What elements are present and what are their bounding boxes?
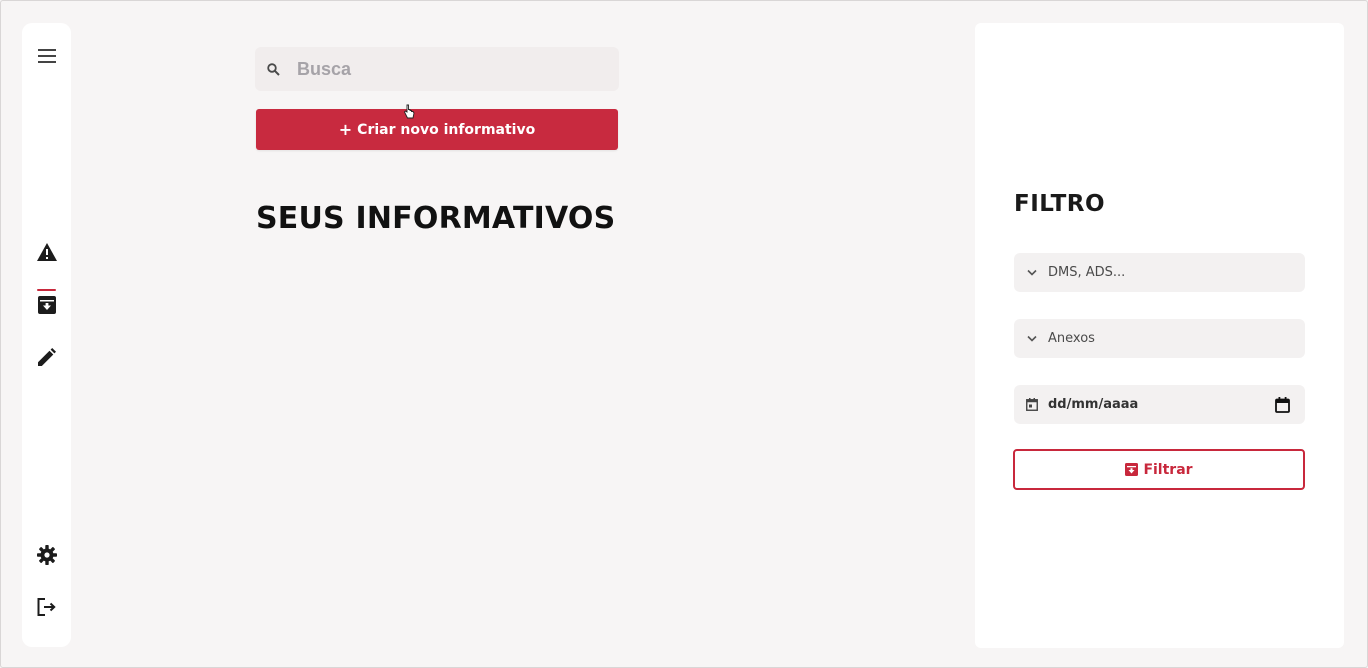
filter-button[interactable]: Filtrar <box>1013 449 1305 490</box>
logout-icon <box>37 598 57 616</box>
pencil-icon <box>37 348 56 366</box>
menu-icon <box>37 49 56 63</box>
gear-icon <box>36 545 57 565</box>
calendar-small-icon <box>1024 397 1040 413</box>
search-input[interactable] <box>295 57 599 81</box>
category-select[interactable]: DMS, ADS... <box>1014 253 1305 292</box>
plus-icon: + <box>338 120 353 139</box>
sidebar-item-edit[interactable] <box>22 341 71 373</box>
date-input-placeholder: dd/mm/aaaa <box>1048 397 1139 412</box>
search-bar[interactable] <box>255 47 619 91</box>
chevron-down-icon <box>1024 331 1040 347</box>
sidebar-item-warnings[interactable] <box>22 236 71 268</box>
app-frame: + Criar novo informativo SEUS INFORMATIV… <box>0 0 1368 668</box>
warning-icon <box>36 243 57 261</box>
calendar-icon[interactable] <box>1273 396 1291 414</box>
filter-panel: FILTRO DMS, ADS... Anexos dd/mm/aaaa Fil… <box>975 23 1344 648</box>
search-icon <box>265 61 281 77</box>
filter-button-label: Filtrar <box>1143 461 1193 478</box>
sidebar-item-settings[interactable] <box>22 539 71 571</box>
category-select-label: DMS, ADS... <box>1048 265 1126 280</box>
attachments-select-label: Anexos <box>1048 331 1095 346</box>
filter-title: FILTRO <box>1014 191 1106 217</box>
create-informative-label: Criar novo informativo <box>357 121 536 138</box>
create-informative-button[interactable]: + Criar novo informativo <box>256 109 618 150</box>
archive-icon <box>37 296 56 314</box>
attachments-select[interactable]: Anexos <box>1014 319 1305 358</box>
sidebar-item-archive[interactable] <box>22 289 71 321</box>
date-input[interactable]: dd/mm/aaaa <box>1014 385 1305 424</box>
sidebar <box>22 23 71 647</box>
filter-box-icon <box>1125 463 1139 476</box>
sidebar-item-logout[interactable] <box>22 591 71 623</box>
page-title: SEUS INFORMATIVOS <box>256 201 616 236</box>
menu-button[interactable] <box>22 40 71 72</box>
chevron-down-icon <box>1024 265 1040 281</box>
